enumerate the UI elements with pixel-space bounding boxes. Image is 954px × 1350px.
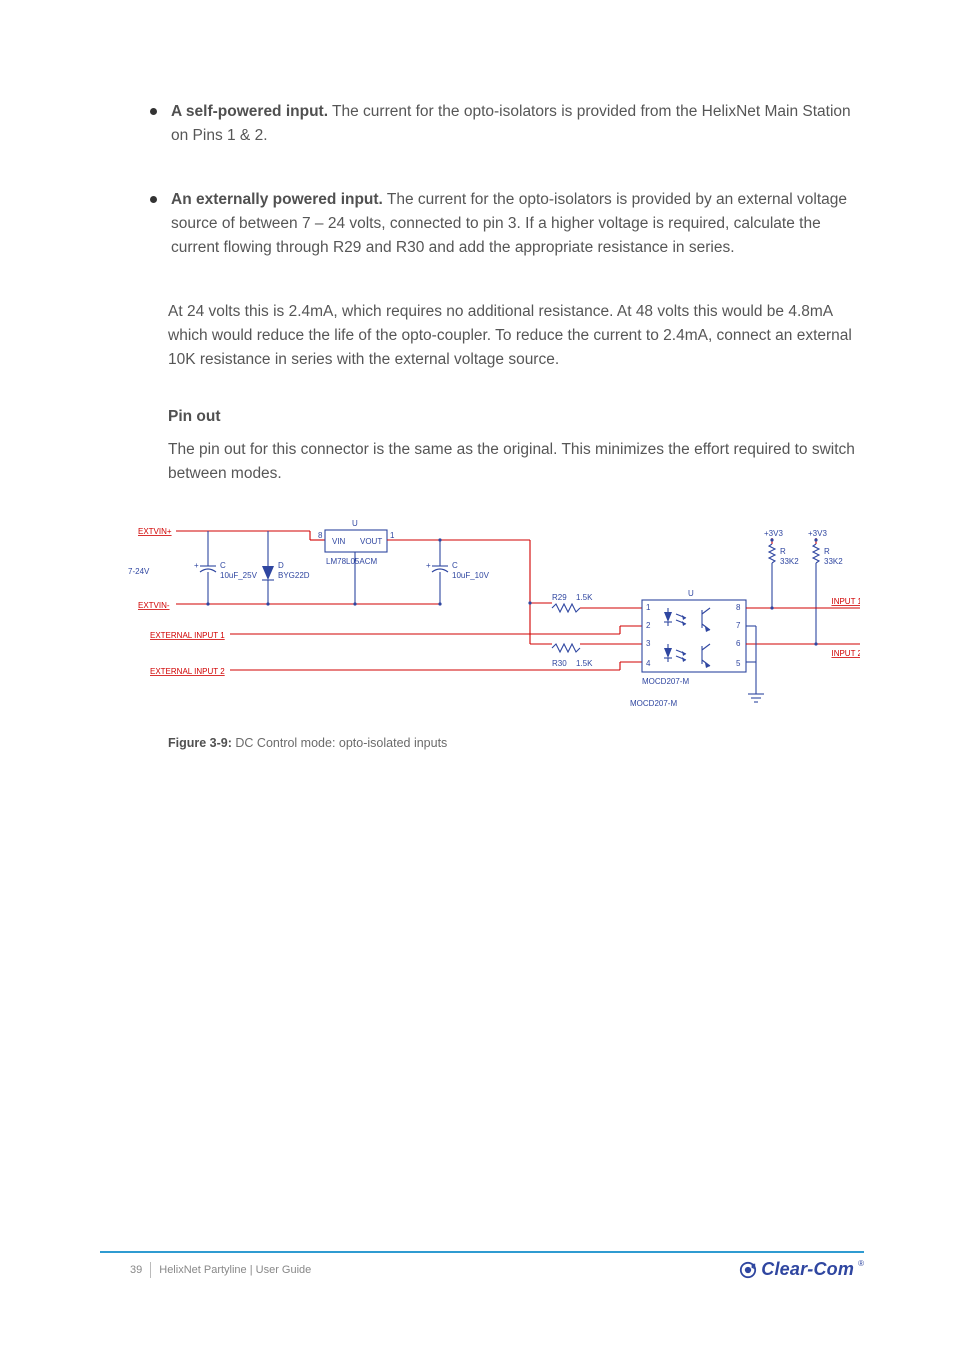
opto-pin4: 4	[646, 659, 651, 668]
net-input2: INPUT 2	[831, 649, 860, 658]
footer-rule	[100, 1251, 864, 1253]
net-extin2: EXTERNAL INPUT 2	[150, 667, 225, 676]
figcaption-bold: Figure 3-9:	[168, 736, 232, 750]
bullet-bold: An externally powered input.	[171, 191, 383, 208]
ic-reg-pin8: 8	[318, 531, 323, 540]
pullup2-value: 33K2	[824, 557, 843, 566]
brand-registered: ®	[858, 1259, 864, 1268]
ic-reg-part: LM78L05ACM	[326, 557, 377, 566]
opto-pin3: 3	[646, 639, 651, 648]
figure-caption: Figure 3-9: DC Control mode: opto-isolat…	[168, 736, 864, 750]
doc-reference: HelixNet Partyline | User Guide	[159, 1264, 311, 1276]
footer-divider	[150, 1262, 151, 1278]
bullet-list: A self-powered input. The current for th…	[150, 100, 864, 260]
net-extvinminus: EXTVIN-	[138, 601, 170, 610]
net-extin1: EXTERNAL INPUT 1	[150, 631, 225, 640]
diode-label: D	[278, 561, 284, 570]
opto-pin8: 8	[736, 603, 741, 612]
cap2-value: 10uF_10V	[452, 571, 490, 580]
bullet-text: A self-powered input. The current for th…	[171, 100, 864, 148]
pullup1-label: R	[780, 547, 786, 556]
pullup1-value: 33K2	[780, 557, 799, 566]
net-extvinplus: EXTVIN+	[138, 527, 172, 536]
rail-3v3-a: +3V3	[764, 529, 783, 538]
page-footer: 39 HelixNet Partyline | User Guide Clear…	[0, 1251, 954, 1280]
r29-ref: R29	[552, 593, 567, 602]
ic-reg-vout: VOUT	[360, 537, 382, 546]
bullet-icon	[150, 196, 157, 203]
cap2-label: C	[452, 561, 458, 570]
net-input1: INPUT 1	[831, 597, 860, 606]
opto-pin2: 2	[646, 621, 651, 630]
cap1-label: C	[220, 561, 226, 570]
brand-glyph-icon	[739, 1261, 757, 1279]
schematic-svg: EXTVIN+ EXTVIN- EXTERNAL INPUT 1 EXTERNA…	[120, 516, 860, 726]
brand-logo: Clear-Com ®	[739, 1259, 864, 1280]
bullet-icon	[150, 108, 157, 115]
r30-ref: R30	[552, 659, 567, 668]
section-heading-pinout: Pin out	[168, 408, 864, 426]
diode-value: BYG22D	[278, 571, 310, 580]
document-page: A self-powered input. The current for th…	[0, 0, 954, 1350]
r29-val: 1.5K	[576, 593, 593, 602]
bullet-item: An externally powered input. The current…	[150, 188, 864, 260]
footer-left: 39 HelixNet Partyline | User Guide	[130, 1262, 311, 1278]
cap2-pol: +	[426, 561, 431, 570]
brand-text: Clear-Com	[761, 1259, 854, 1280]
bullet-bold: A self-powered input.	[171, 103, 328, 120]
opto-pin7: 7	[736, 621, 741, 630]
opto-pin5: 5	[736, 659, 741, 668]
opto-ch1	[664, 608, 710, 632]
cap1-pol: +	[194, 561, 199, 570]
opto-pin1: 1	[646, 603, 651, 612]
ic-reg-name: U	[352, 519, 358, 528]
opto-pin6: 6	[736, 639, 741, 648]
rail-3v3-b: +3V3	[808, 529, 827, 538]
bullet-item: A self-powered input. The current for th…	[150, 100, 864, 148]
pullup2-label: R	[824, 547, 830, 556]
body-paragraph: At 24 volts this is 2.4mA, which require…	[168, 300, 864, 372]
r30-val: 1.5K	[576, 659, 593, 668]
cap1-value: 10uF_25V	[220, 571, 258, 580]
opto-part: MOCD207-M	[630, 699, 677, 708]
opto-name: U	[688, 589, 694, 598]
schematic-figure: EXTVIN+ EXTVIN- EXTERNAL INPUT 1 EXTERNA…	[120, 516, 860, 726]
page-number: 39	[130, 1264, 142, 1276]
pinout-paragraph: The pin out for this connector is the sa…	[168, 438, 864, 486]
ic-reg-pin1: 1	[390, 531, 395, 540]
opto-ch2	[664, 644, 710, 668]
opto-part-label: MOCD207-M	[642, 677, 689, 686]
voltage-note: 7-24V	[128, 567, 150, 576]
ic-reg-vin: VIN	[332, 537, 346, 546]
bullet-text: An externally powered input. The current…	[171, 188, 864, 260]
figcaption-rest: DC Control mode: opto-isolated inputs	[235, 736, 447, 750]
